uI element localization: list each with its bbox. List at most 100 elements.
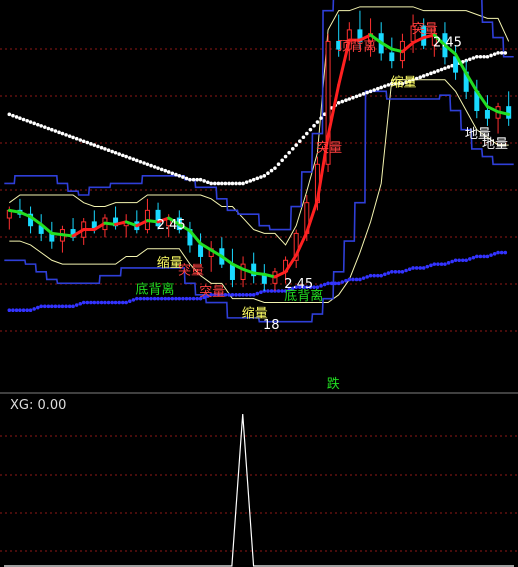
lower-dot [425,264,430,269]
lower-dot [414,266,419,270]
annotation-label: 底背离 [284,288,323,304]
lower-dot [106,300,111,305]
lower-dot [35,305,40,310]
lower-dot [67,304,72,309]
lower-dot [53,304,58,309]
trend-segment [7,208,22,214]
lower-dot [390,270,394,274]
upper-dot [71,135,75,140]
upper-dot [471,56,476,60]
upper-dot [503,51,508,55]
lower-dot [336,281,341,286]
upper-dot [7,112,12,117]
lower-dot [432,262,437,266]
trend-segment [60,233,75,238]
lower-dot [174,296,178,301]
lower-dot [237,293,242,297]
lower-dot [124,300,128,305]
upper-dot [117,152,121,156]
upper-dot [14,115,19,119]
lower-dot [85,300,90,305]
upper-dot [436,69,440,73]
upper-dot [468,57,472,62]
trend-segment [50,231,64,237]
upper-dot [230,181,235,186]
upper-dot [312,123,316,128]
upper-dot [475,54,479,59]
upper-dot [156,166,160,170]
lower-dot [351,277,355,282]
lower-dot [11,308,15,313]
upper-dot [294,143,298,147]
upper-dot [308,127,313,132]
upper-dot [269,168,274,173]
upper-dot [280,158,284,163]
upper-dot [421,74,426,78]
upper-dot [425,72,430,77]
candle-body [240,263,246,280]
lower-dot [503,250,508,255]
lower-dot [177,296,182,301]
lower-dot [397,270,401,274]
lower-dot [492,252,497,256]
lower-dot [446,261,451,265]
lower-dot [117,300,121,305]
lower-dot [482,254,486,259]
lower-dot [28,308,33,313]
lower-dot [457,258,461,263]
annotation-label: 地量 [482,137,508,152]
upper-dot [50,127,54,132]
lower-dot [443,262,447,266]
lower-dot [326,281,330,286]
upper-dot [188,177,192,182]
upper-dot [287,150,291,155]
candle-body [506,106,512,119]
lower-dot [71,304,75,309]
trend-segment [103,221,118,226]
upper-dot [315,120,320,124]
upper-dot [443,66,447,71]
upper-dot [163,168,168,173]
upper-dot [234,181,238,186]
upper-dot [496,51,500,55]
lower-dot [135,296,139,301]
lower-dot [251,293,256,297]
upper-dot [336,101,341,105]
upper-dot [120,153,125,158]
lower-dot [471,255,476,260]
lower-dot [464,258,468,263]
upper-dot [28,120,33,124]
upper-dot [181,175,185,179]
lower-dot [170,296,175,301]
lower-dot [103,300,107,305]
candle-body [198,244,204,257]
upper-dot [138,159,143,164]
lower-dot [46,304,51,309]
lower-dot [358,277,362,282]
upper-dot [344,98,348,103]
upper-dot [305,131,309,136]
lower-dot [43,304,47,309]
envelope-lower [9,79,509,304]
lower-dot [74,303,79,307]
grid-lines [0,48,518,552]
upper-dot [99,145,104,150]
upper-dot [78,138,83,142]
lower-dot [230,293,235,297]
upper-dot [237,181,242,186]
lower-dot [241,293,245,297]
upper-dot [478,54,483,59]
lower-dot [81,300,86,305]
lower-dot [333,281,338,286]
lower-dot [407,267,412,271]
upper-dot [319,116,323,120]
upper-dot [251,177,256,182]
lower-dot [460,258,465,263]
upper-dot [227,181,231,186]
lower-dot [361,276,366,280]
lower-dot [468,257,472,261]
upper-dot [81,139,86,144]
upper-dot [166,170,171,174]
upper-dot [85,140,90,145]
upper-dot [145,162,150,167]
